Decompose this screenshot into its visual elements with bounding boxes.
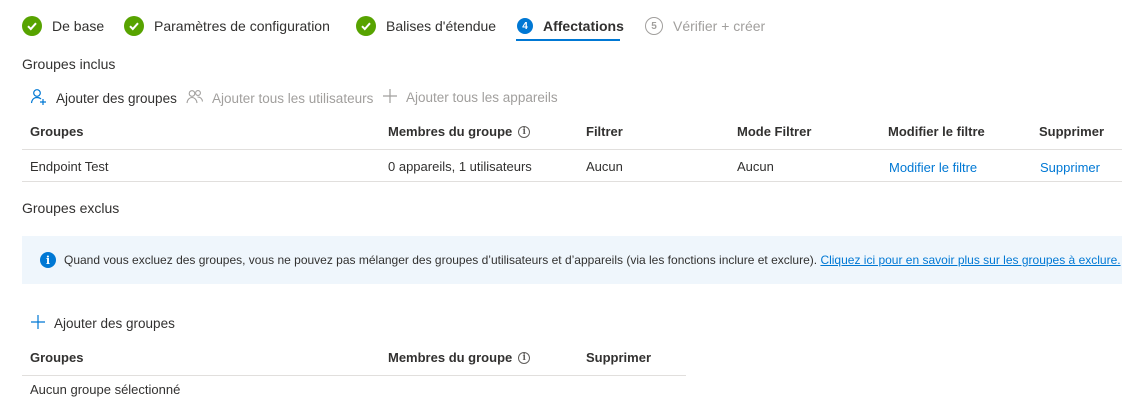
info-icon[interactable]: i: [518, 125, 531, 138]
col-header-members-label: Membres du groupe: [388, 350, 513, 365]
col-header-filter[interactable]: Filtrer: [586, 124, 623, 139]
add-all-users-button[interactable]: Ajouter tous les utilisateurs: [186, 88, 373, 109]
table-divider: [22, 149, 1122, 150]
plus-icon: [30, 314, 46, 333]
row-filter-mode: Aucun: [737, 159, 774, 174]
col-header-members[interactable]: Membres du groupe i: [388, 124, 531, 139]
row-group-name: Endpoint Test: [30, 159, 109, 174]
empty-state-text: Aucun groupe sélectionné: [30, 382, 181, 397]
step-verifier-creer: 5 Vérifier + créer: [645, 14, 765, 38]
step-label: De base: [52, 18, 105, 34]
add-groups-button[interactable]: Ajouter des groupes: [30, 88, 177, 109]
step-parametres-configuration[interactable]: Paramètres de configuration: [124, 14, 330, 38]
active-step-underline: [516, 39, 620, 41]
col-header-groups[interactable]: Groupes: [30, 350, 83, 365]
add-excluded-groups-button[interactable]: Ajouter des groupes: [30, 314, 175, 333]
add-all-devices-label: Ajouter tous les appareils: [406, 90, 558, 105]
row-filter: Aucun: [586, 159, 623, 174]
step-label: Vérifier + créer: [673, 18, 766, 34]
col-header-delete[interactable]: Supprimer: [1039, 124, 1104, 139]
banner-message: Quand vous excluez des groupes, vous ne …: [64, 253, 1121, 267]
col-header-delete[interactable]: Supprimer: [586, 350, 651, 365]
edit-filter-link[interactable]: Modifier le filtre: [889, 160, 977, 175]
info-icon: i: [40, 252, 56, 268]
add-groups-label: Ajouter des groupes: [54, 316, 175, 331]
col-header-edit-filter[interactable]: Modifier le filtre: [888, 124, 985, 139]
table-divider: [22, 181, 1122, 182]
col-header-members[interactable]: Membres du groupe i: [388, 350, 531, 365]
step-balises-etendue[interactable]: Balises d'étendue: [356, 14, 496, 38]
step-label: Balises d'étendue: [386, 18, 497, 34]
col-header-members-label: Membres du groupe: [388, 124, 513, 139]
banner-text: Quand vous excluez des groupes, vous ne …: [64, 253, 818, 267]
learn-more-link[interactable]: Cliquez ici pour en savoir plus sur les …: [820, 253, 1120, 267]
info-icon[interactable]: i: [518, 351, 531, 364]
col-header-groups[interactable]: Groupes: [30, 124, 83, 139]
check-circle-icon: [356, 16, 376, 36]
step-number-badge: 4: [517, 18, 533, 34]
step-label: Affectations: [543, 18, 624, 34]
step-number-badge: 5: [645, 17, 663, 35]
delete-group-link[interactable]: Supprimer: [1040, 160, 1100, 175]
people-icon: [186, 88, 204, 109]
row-group-members: 0 appareils, 1 utilisateurs: [388, 159, 532, 174]
info-banner: i Quand vous excluez des groupes, vous n…: [22, 236, 1122, 284]
step-de-base[interactable]: De base: [22, 14, 104, 38]
add-all-users-label: Ajouter tous les utilisateurs: [212, 91, 374, 106]
table-divider: [22, 375, 686, 376]
check-circle-icon: [124, 16, 144, 36]
included-groups-title: Groupes inclus: [22, 56, 116, 72]
excluded-groups-title: Groupes exclus: [22, 200, 120, 216]
check-circle-icon: [22, 16, 42, 36]
add-person-icon: [30, 88, 48, 109]
step-affectations[interactable]: 4 Affectations: [517, 14, 624, 38]
add-groups-label: Ajouter des groupes: [56, 91, 177, 106]
plus-icon: [382, 88, 398, 107]
col-header-filter-mode[interactable]: Mode Filtrer: [737, 124, 811, 139]
add-all-devices-button[interactable]: Ajouter tous les appareils: [382, 88, 558, 107]
step-label: Paramètres de configuration: [154, 18, 330, 34]
